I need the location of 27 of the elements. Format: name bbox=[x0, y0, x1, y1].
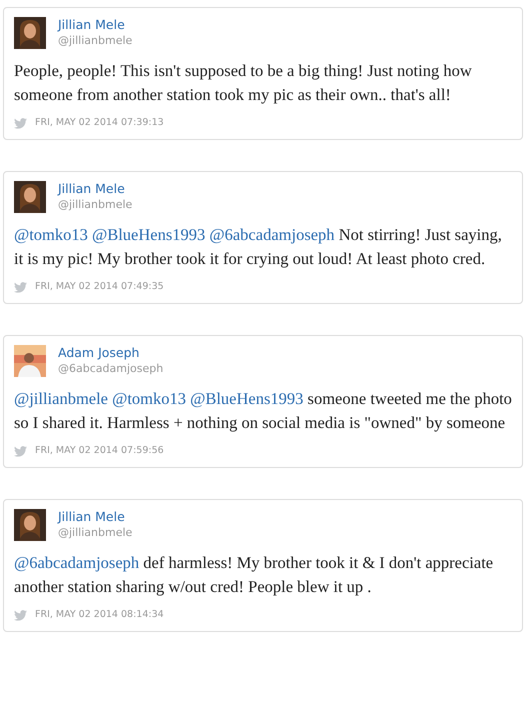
user-handle: @6abcadamjoseph bbox=[58, 361, 164, 376]
tweet-text: @tomko13 @BlueHens1993 @6abcadamjoseph Not stirring! Just saying, it is my pic! My brother took it for crying out loud! At least photo cred. bbox=[14, 224, 503, 270]
bird-icon bbox=[14, 446, 27, 456]
bird-icon bbox=[14, 118, 27, 128]
bird-icon bbox=[14, 282, 27, 292]
user-handle: @jillianbmele bbox=[58, 525, 132, 540]
user-handle: @jillianbmele bbox=[58, 197, 132, 212]
tweet-text: @jillianbmele @tomko13 @BlueHens1993 someone tweeted me the photo so I shared it. Harmless + nothing on social media is "owned" by someone bbox=[14, 388, 512, 434]
tweet-text: People, people! This isn't supposed to be a big thing! Just noting how someone from another station took my pic as their own.. that's all! bbox=[14, 60, 473, 106]
user-handle: @jillianbmele bbox=[58, 33, 132, 48]
mention-link[interactable]: @tomko13 bbox=[14, 225, 88, 244]
timestamp: FRI, MAY 02 2014 07:59:56 bbox=[35, 445, 164, 457]
user-name[interactable]: Jillian Mele bbox=[58, 17, 125, 33]
timestamp: FRI, MAY 02 2014 08:14:34 bbox=[35, 609, 164, 621]
bird-icon bbox=[14, 610, 27, 620]
timestamp: FRI, MAY 02 2014 07:39:13 bbox=[35, 117, 164, 129]
mention-link[interactable]: @BlueHens1993 bbox=[92, 225, 206, 244]
user-name[interactable]: Jillian Mele bbox=[58, 509, 125, 525]
mention-link[interactable]: @tomko13 bbox=[112, 389, 186, 408]
user-name[interactable]: Jillian Mele bbox=[58, 181, 125, 197]
mention-link[interactable]: @6abcadamjoseph bbox=[14, 553, 140, 572]
timestamp: FRI, MAY 02 2014 07:49:35 bbox=[35, 281, 164, 293]
mention-link[interactable]: @jillianbmele bbox=[14, 389, 108, 408]
mention-link[interactable]: @BlueHens1993 bbox=[190, 389, 304, 408]
tweet-text: @6abcadamjoseph def harmless! My brother took it & I don't appreciate another station sharing w/out cred! People blew it up . bbox=[14, 552, 494, 598]
user-name[interactable]: Adam Joseph bbox=[58, 345, 140, 361]
mention-link[interactable]: @6abcadamjoseph bbox=[209, 225, 335, 244]
